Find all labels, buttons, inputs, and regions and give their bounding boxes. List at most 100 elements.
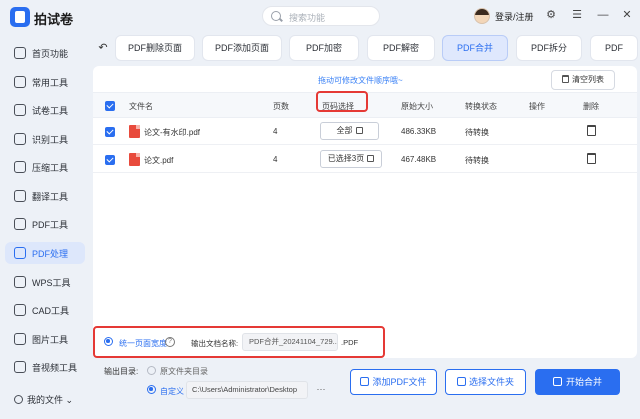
settings-icon[interactable]: ⚙ (544, 8, 558, 22)
scan-icon (14, 133, 26, 145)
sidebar-item-label: 翻译工具 (32, 192, 69, 202)
folder-icon (456, 377, 466, 386)
clock-icon (14, 395, 23, 404)
add-pdf-button[interactable]: 添加PDF文件 (350, 369, 437, 395)
uniform-width-radio[interactable] (104, 337, 113, 346)
tab-pdf-encrypt[interactable]: PDF加密 (289, 35, 359, 61)
menu-icon[interactable]: ☰ (570, 8, 584, 22)
tab-pdf-more[interactable]: PDF (590, 35, 638, 61)
trash-icon (562, 75, 569, 83)
tab-pdf-merge[interactable]: PDF合并 (442, 35, 508, 61)
sidebar-item-ocr-tools[interactable]: 识别工具 (5, 128, 85, 150)
pdf-process-icon (14, 247, 26, 259)
sidebar-item-wps-tools[interactable]: WPS工具 (5, 271, 85, 293)
merge-icon (552, 377, 562, 386)
search-input[interactable]: 搜索功能 (262, 6, 380, 26)
source-dir-label[interactable]: 原文件夹目录 (160, 366, 208, 377)
tab-pdf-delete-pages[interactable]: PDF删除页面 (115, 35, 195, 61)
my-files-label: 我的文件 ⌄ (27, 395, 74, 405)
sidebar-item-home[interactable]: 首页功能 (5, 42, 85, 64)
home-icon (14, 47, 26, 59)
edit-icon (367, 155, 375, 162)
sidebar-item-common-tools[interactable]: 常用工具 (5, 71, 85, 93)
column-header-filename: 文件名 (129, 102, 153, 111)
table-header: 文件名 页数 页码选择 原始大小 转换状态 操作 删除 (93, 92, 637, 118)
row-checkbox[interactable] (105, 155, 115, 165)
sidebar-item-label: 试卷工具 (32, 106, 69, 116)
app-logo-icon (10, 7, 30, 27)
output-path-input[interactable]: C:\Users\Administrator\Desktop (186, 381, 308, 399)
tab-pdf-decrypt[interactable]: PDF解密 (367, 35, 435, 61)
sidebar: 首页功能 常用工具 试卷工具 识别工具 压缩工具 翻译工具 PDF工具 PDF处… (0, 34, 90, 419)
file-name: 论文-有水印.pdf (144, 128, 201, 137)
edit-icon (355, 127, 363, 134)
delete-icon[interactable] (587, 153, 596, 164)
sidebar-item-paper-tools[interactable]: 试卷工具 (5, 99, 85, 121)
sidebar-item-pdf-tools[interactable]: PDF工具 (5, 213, 85, 235)
convert-status: 待转换 (465, 156, 489, 165)
sidebar-item-translate-tools[interactable]: 翻译工具 (5, 185, 85, 207)
add-file-icon (360, 377, 370, 386)
browse-button[interactable]: ··· (310, 382, 332, 398)
output-name-label: 输出文档名称: (191, 339, 239, 348)
login-link[interactable]: 登录/注册 (495, 10, 534, 23)
media-icon (14, 361, 26, 373)
title-bar: 拍试卷 搜索功能 登录/注册 ⚙ ☰ — ✕ (0, 0, 640, 34)
column-header-pages: 页数 (273, 102, 289, 111)
table-row[interactable]: 论文-有水印.pdf 4 全部 486.33KB 待转换 (93, 118, 637, 145)
sidebar-item-media-tools[interactable]: 音视频工具 (5, 356, 85, 378)
delete-icon[interactable] (587, 125, 596, 136)
sidebar-item-label: PDF工具 (32, 220, 69, 230)
page-select-label: 全部 (336, 126, 353, 135)
convert-status: 待转换 (465, 128, 489, 137)
avatar[interactable] (474, 8, 490, 24)
pdf-file-icon (129, 125, 140, 138)
column-header-action: 操作 (529, 102, 545, 111)
select-folder-button[interactable]: 选择文件夹 (445, 369, 526, 395)
row-checkbox[interactable] (105, 127, 115, 137)
tool-tab-strip: ↶ PDF删除页面 PDF添加页面 PDF加密 PDF解密 PDF合并 PDF拆… (90, 34, 640, 64)
tab-pdf-add-pages[interactable]: PDF添加页面 (202, 35, 282, 61)
compress-icon (14, 161, 26, 173)
pdf-file-icon (129, 153, 140, 166)
column-header-delete: 删除 (583, 102, 599, 111)
page-select-button[interactable]: 全部 (320, 122, 379, 140)
start-merge-button[interactable]: 开始合并 (535, 369, 620, 395)
back-icon[interactable]: ↶ (93, 37, 113, 59)
file-name: 论文.pdf (144, 156, 174, 165)
wps-icon (14, 276, 26, 288)
my-files-button[interactable]: 我的文件 ⌄ (14, 393, 73, 406)
output-dir-label: 输出目录: (104, 367, 139, 376)
output-settings: 输出目录: 原文件夹目录 自定义 C:\Users\Administrator\… (90, 358, 640, 419)
sidebar-item-label: 识别工具 (32, 135, 69, 145)
sidebar-item-label: 首页功能 (32, 49, 69, 59)
sidebar-item-pdf-process[interactable]: PDF处理 (5, 242, 85, 264)
image-icon (14, 333, 26, 345)
sidebar-item-cad-tools[interactable]: CAD工具 (5, 299, 85, 321)
sidebar-item-label: 音视频工具 (32, 363, 78, 373)
sidebar-item-label: 图片工具 (32, 335, 69, 345)
custom-dir-label[interactable]: 自定义 (160, 386, 184, 397)
sidebar-item-label: 压缩工具 (32, 163, 69, 173)
help-icon[interactable]: ? (165, 337, 175, 347)
page-select-button[interactable]: 已选择3页 (320, 150, 382, 168)
select-all-checkbox[interactable] (105, 101, 115, 111)
output-name-input[interactable]: PDF合并_20241104_729... (242, 333, 338, 351)
output-ext-label: .PDF (341, 338, 359, 347)
close-icon[interactable]: ✕ (620, 8, 634, 22)
sidebar-item-label: PDF处理 (32, 249, 69, 259)
drag-hint: 拖动可修改文件顺序哦~ (318, 76, 403, 85)
clear-list-button[interactable]: 清空列表 (551, 70, 615, 90)
table-row[interactable]: 论文.pdf 4 已选择3页 467.48KB 待转换 (93, 146, 637, 173)
translate-icon (14, 190, 26, 202)
page-count: 4 (273, 127, 278, 136)
tab-pdf-split[interactable]: PDF拆分 (516, 35, 582, 61)
clear-list-label: 清空列表 (572, 75, 604, 84)
page-count: 4 (273, 155, 278, 164)
source-dir-radio[interactable] (147, 366, 156, 375)
minimize-icon[interactable]: — (596, 8, 610, 22)
custom-dir-radio[interactable] (147, 385, 156, 394)
uniform-width-label[interactable]: 统一页面宽度 (119, 338, 167, 349)
sidebar-item-compress-tools[interactable]: 压缩工具 (5, 156, 85, 178)
sidebar-item-image-tools[interactable]: 图片工具 (5, 328, 85, 350)
